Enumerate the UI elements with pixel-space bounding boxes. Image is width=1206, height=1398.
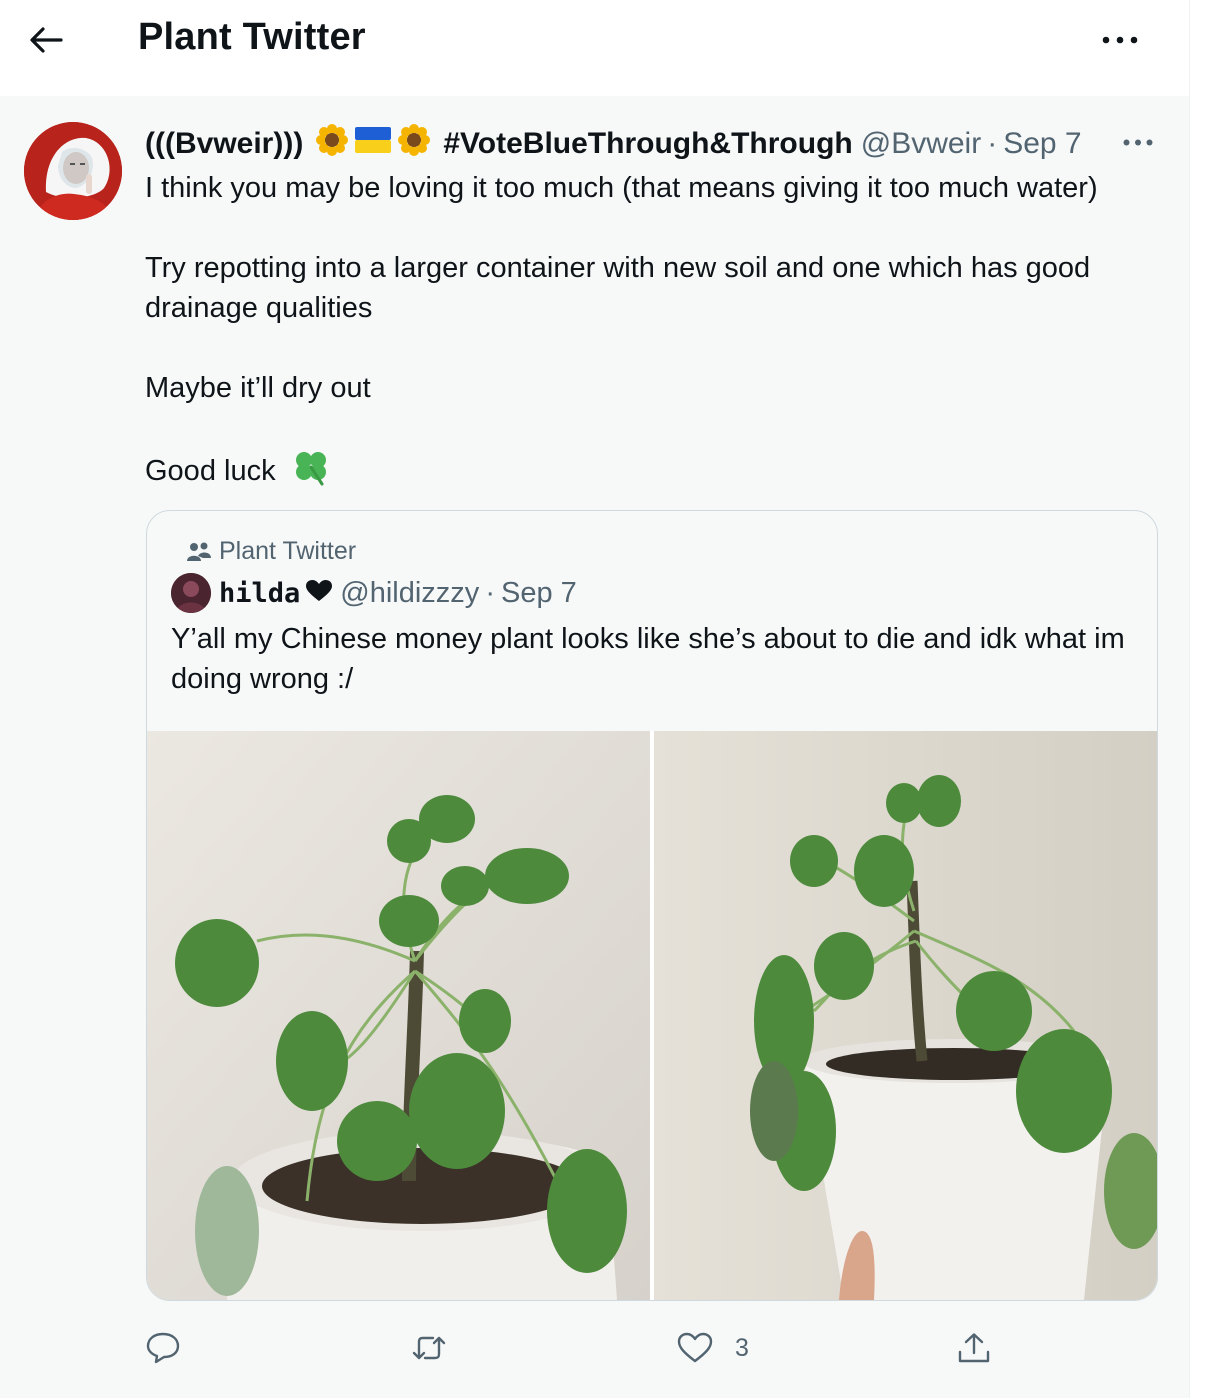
reply-icon xyxy=(146,1332,180,1364)
arrow-left-icon xyxy=(30,27,63,53)
community-label[interactable]: Plant Twitter xyxy=(187,537,356,566)
share-icon xyxy=(958,1333,990,1363)
retweet-icon xyxy=(412,1336,446,1360)
like-button[interactable]: 3 xyxy=(677,1326,749,1370)
community-icon xyxy=(187,542,211,561)
quoted-avatar[interactable] xyxy=(171,573,211,613)
display-name[interactable]: (((Bvweir))) xyxy=(145,127,303,161)
sunflower-icon xyxy=(315,123,349,165)
tweet[interactable]: (((Bvweir))) #VoteBlueThrough&Through @B… xyxy=(0,96,1189,1398)
quoted-date[interactable]: Sep 7 xyxy=(501,577,577,610)
like-count: 3 xyxy=(735,1333,749,1362)
action-bar: 3 xyxy=(145,1326,1045,1370)
tweet-text: I think you may be loving it too much (t… xyxy=(145,168,1155,497)
quoted-display-name[interactable]: hilda xyxy=(219,578,300,609)
community-name: Plant Twitter xyxy=(219,537,357,565)
tweet-paragraph-last: Good luck xyxy=(145,448,1155,497)
tweet-paragraph: I think you may be loving it too much (t… xyxy=(145,172,1098,204)
tweet-paragraph: Try repotting into a larger container wi… xyxy=(145,252,1091,324)
quoted-tweet-text: Y’all my Chinese money plant looks like … xyxy=(171,623,1125,695)
more-horizontal-icon xyxy=(1102,36,1138,44)
plant-photo[interactable] xyxy=(147,731,650,1300)
more-options-button[interactable] xyxy=(1100,26,1140,54)
retweet-button[interactable] xyxy=(411,1326,447,1370)
tweet-more-button[interactable] xyxy=(1118,130,1158,154)
separator: · xyxy=(987,127,998,160)
top-bar: Plant Twitter xyxy=(0,0,1190,96)
tweet-date[interactable]: Sep 7 xyxy=(1003,127,1081,161)
separator: · xyxy=(485,576,495,609)
back-button[interactable] xyxy=(26,22,66,58)
heart-icon xyxy=(677,1332,713,1363)
ukraine-flag-icon xyxy=(355,127,392,161)
more-horizontal-icon xyxy=(1123,139,1153,145)
avatar[interactable] xyxy=(24,122,122,220)
four-leaf-clover-icon xyxy=(292,448,330,497)
quoted-tweet-header: hilda @hildizzzy · Sep 7 xyxy=(171,573,577,613)
tweet-header: (((Bvweir))) #VoteBlueThrough&Through @B… xyxy=(145,124,1082,164)
quoted-photos xyxy=(147,731,1157,1300)
share-button[interactable] xyxy=(957,1326,991,1370)
tweet-paragraph: Good luck xyxy=(145,455,276,487)
reply-button[interactable] xyxy=(145,1326,181,1370)
user-handle[interactable]: @Bvweir xyxy=(861,127,981,161)
tweet-paragraph: Maybe it’ll dry out xyxy=(145,372,371,404)
black-heart-icon xyxy=(306,577,333,610)
sunflower-icon xyxy=(397,123,431,165)
column-divider xyxy=(1189,0,1190,1398)
plant-photo[interactable] xyxy=(654,731,1157,1300)
quoted-tweet[interactable]: Plant Twitter hilda @hildizzzy · Sep 7 Y… xyxy=(146,510,1158,1301)
page-title: Plant Twitter xyxy=(138,16,366,58)
hashtag-link[interactable]: #VoteBlueThrough&Through xyxy=(443,127,852,161)
quoted-handle[interactable]: @hildizzzy xyxy=(340,577,479,610)
